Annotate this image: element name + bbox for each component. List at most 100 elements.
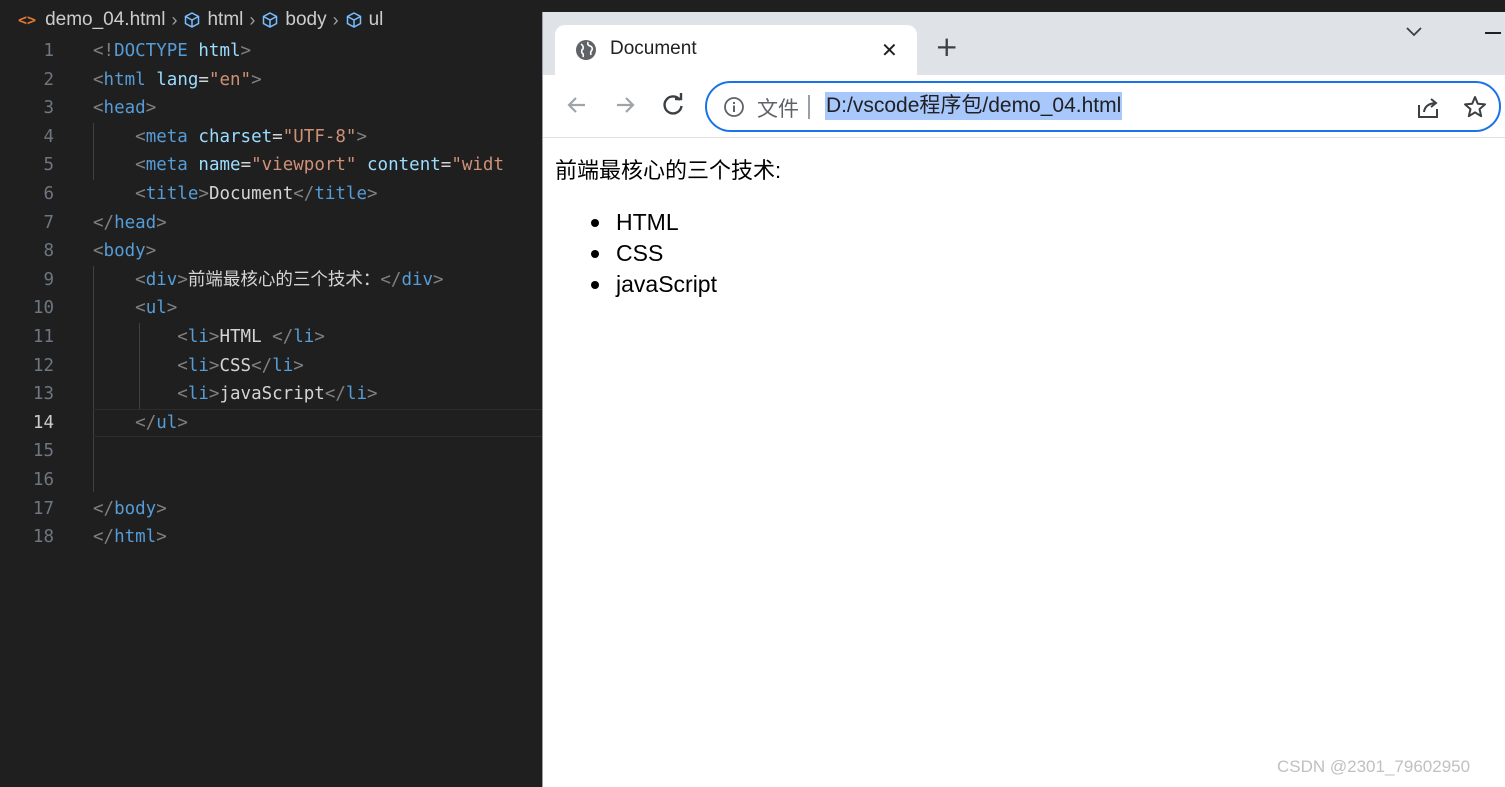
code-token: meta <box>145 155 188 176</box>
code-token: ul <box>145 298 167 319</box>
code-token: html <box>198 41 241 61</box>
star-icon[interactable] <box>1462 94 1488 120</box>
back-arrow-icon[interactable] <box>563 91 591 119</box>
code-line[interactable]: 7 </head> <box>0 209 545 238</box>
breadcrumb-item-body[interactable]: body <box>261 9 327 31</box>
code-token: </ <box>251 355 273 376</box>
divider <box>808 95 810 119</box>
tab-document[interactable]: Document ✕ <box>555 25 917 77</box>
forward-arrow-icon[interactable] <box>611 91 639 119</box>
code-token: CSS <box>219 355 252 376</box>
code-token: > <box>166 298 178 319</box>
code-token: < <box>135 126 146 147</box>
code-text: </head> <box>93 209 167 238</box>
code-line[interactable]: 16 <box>0 466 545 495</box>
code-line[interactable]: 9 <div>前端最核心的三个技术：</div> <box>0 266 545 295</box>
breadcrumb-item-label: ul <box>368 9 384 30</box>
code-line[interactable]: 5 <meta name="viewport" content="widt <box>0 151 545 180</box>
line-number: 7 <box>43 212 54 233</box>
chevron-down-icon[interactable] <box>1405 24 1423 38</box>
list-item: HTML <box>591 207 717 238</box>
breadcrumb-item-ul[interactable]: ul <box>345 9 384 31</box>
code-text: <meta name="viewport" content="widt <box>93 151 504 180</box>
code-token: < <box>135 183 146 204</box>
tab-title: Document <box>610 38 697 59</box>
symbol-cube-icon <box>185 12 200 28</box>
code-token: > <box>156 527 167 548</box>
code-token: charset <box>198 126 273 147</box>
code-token: > <box>156 498 167 519</box>
tab-strip: Document ✕ + <box>543 12 1505 77</box>
breadcrumb-item-html[interactable]: html <box>183 9 243 31</box>
close-icon[interactable]: ✕ <box>881 35 898 65</box>
code-token: </ <box>93 527 115 548</box>
reload-icon[interactable] <box>659 91 687 119</box>
globe-icon <box>576 40 596 60</box>
code-line[interactable]: 4 <meta charset="UTF-8"> <box>0 123 545 152</box>
code-line[interactable]: 18 </html> <box>0 523 545 552</box>
code-token: > <box>177 412 188 433</box>
address-bar[interactable]: 文件 D:/vscode程序包/demo_04.html <box>705 81 1501 132</box>
info-icon[interactable] <box>723 96 745 118</box>
url-text[interactable]: D:/vscode程序包/demo_04.html <box>825 92 1123 120</box>
code-token: > <box>145 98 157 119</box>
code-text: <title>Document</title> <box>93 180 377 209</box>
page-heading: 前端最核心的三个技术: <box>555 158 782 183</box>
code-line[interactable]: 14 </ul> <box>0 408 545 438</box>
code-token: > <box>208 326 220 347</box>
code-line[interactable]: 17 </body> <box>0 495 545 524</box>
code-line[interactable]: 8 <body> <box>0 237 545 266</box>
code-line[interactable]: 1 <!DOCTYPE html> <box>0 37 545 66</box>
code-line[interactable]: 13 <li>javaScript</li> <box>0 380 545 409</box>
code-token: </ <box>272 326 294 347</box>
code-line[interactable]: 3 <head> <box>0 94 545 123</box>
minimize-icon[interactable] <box>1485 32 1501 34</box>
code-token: > <box>145 241 157 262</box>
code-text: <head> <box>93 94 156 123</box>
code-token: div <box>145 269 178 290</box>
code-token: = <box>198 69 209 90</box>
code-line[interactable]: 10 <ul> <box>0 294 545 323</box>
line-number: 9 <box>43 269 54 290</box>
site-info-label[interactable]: 文件 <box>757 93 799 123</box>
line-number: 5 <box>43 155 54 176</box>
code-token: meta <box>145 126 188 147</box>
code-editor[interactable]: <> demo_04.html › html › body › ul 1 <!DO… <box>0 0 545 787</box>
breadcrumb-item-label: body <box>285 9 327 30</box>
line-number: 11 <box>32 326 54 347</box>
breadcrumb-file[interactable]: <> demo_04.html <box>18 9 165 31</box>
code-token: li <box>345 384 367 405</box>
code-line[interactable]: 2 <html lang="en"> <box>0 66 545 95</box>
code-line[interactable]: 15 <box>0 437 545 466</box>
code-line[interactable]: 11 <li>HTML </li> <box>0 323 545 352</box>
new-tab-button[interactable]: + <box>935 32 958 62</box>
line-number: 8 <box>43 241 54 262</box>
code-token: < <box>177 326 188 347</box>
html-file-icon: <> <box>18 11 37 29</box>
code-text: <div>前端最核心的三个技术：</div> <box>93 266 443 295</box>
code-token: < <box>135 269 146 290</box>
code-token: li <box>293 326 315 347</box>
breadcrumb: <> demo_04.html › html › body › ul <box>0 0 545 40</box>
line-number: 4 <box>43 126 54 147</box>
code-token: = <box>240 155 252 176</box>
code-token: "widt <box>451 155 505 176</box>
code-token: </ <box>93 498 115 519</box>
code-token: > <box>356 126 368 147</box>
code-area[interactable]: 1 <!DOCTYPE html> 2 <html lang="en"> 3 <head>… <box>0 37 545 552</box>
share-icon[interactable] <box>1415 95 1441 121</box>
code-token: li <box>187 326 209 347</box>
code-line[interactable]: 12 <li>CSS</li> <box>0 352 545 381</box>
code-token: html <box>114 527 157 548</box>
code-token: < <box>93 241 104 262</box>
breadcrumb-item-label: html <box>207 9 244 30</box>
code-token: <! <box>93 41 115 61</box>
code-token: > <box>198 183 209 204</box>
code-line[interactable]: 6 <title>Document</title> <box>0 180 545 209</box>
line-number: 14 <box>32 412 54 433</box>
